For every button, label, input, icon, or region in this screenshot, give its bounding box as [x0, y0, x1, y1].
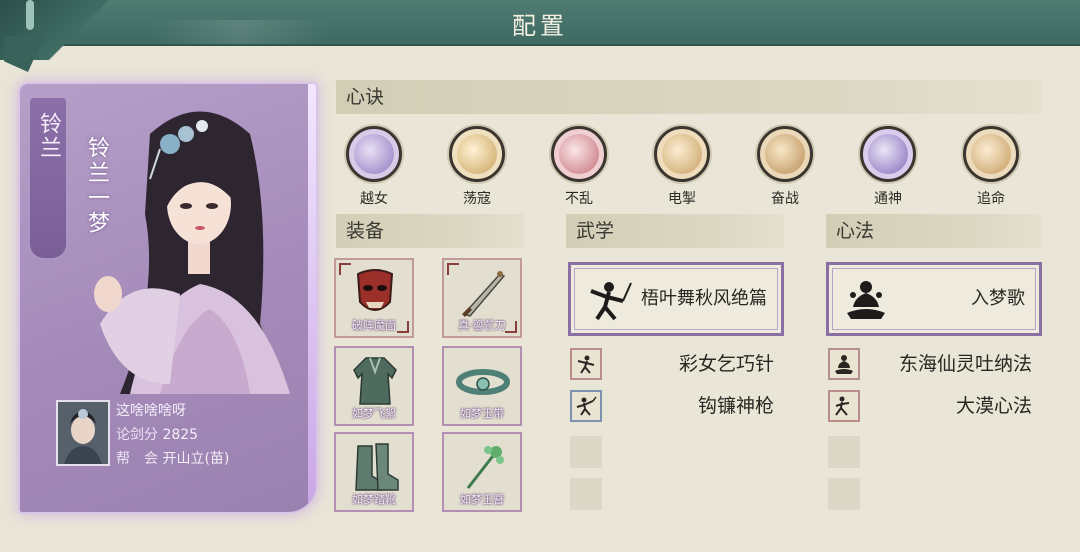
page-title: 配置	[512, 12, 568, 40]
skill-label: 追命	[977, 191, 1005, 207]
character-card[interactable]: 铃兰 铃兰一梦 这啥啥啥呀 论剑分 2825 帮 会 开山立(苗)	[18, 82, 318, 514]
name-tab: 铃兰	[30, 98, 66, 258]
xinjue-skill-6[interactable]: 通神	[855, 126, 921, 208]
needle-stance-icon	[577, 355, 595, 374]
xinfa-item-label: 东海仙灵吐纳法	[898, 353, 1032, 375]
equip-label: 真·鎏芒刀	[458, 319, 506, 332]
spear-stance-icon	[576, 396, 597, 416]
wuxue-item-label: 彩女乞巧针	[678, 353, 774, 375]
equip-slot-feet[interactable]: 如梦踏靴	[334, 432, 414, 512]
skill-label: 通神	[874, 191, 902, 207]
xinfa-item-1[interactable]: 东海仙灵吐纳法	[828, 348, 1032, 380]
wuxue-main-slot[interactable]: 梧叶舞秋风绝篇	[568, 262, 784, 336]
xinjue-skill-7[interactable]: 追命	[958, 126, 1024, 208]
equip-label: 如梦玉簪	[460, 493, 504, 506]
equip-label: 破阵魔面	[352, 319, 396, 332]
wuxue-empty-slot[interactable]	[570, 436, 602, 468]
equip-slot-head[interactable]: 破阵魔面	[334, 258, 414, 338]
skill-label: 电掣	[668, 191, 696, 207]
character-full-name: 铃兰一梦	[84, 136, 109, 236]
section-header-equipment: 装备	[336, 214, 524, 248]
equip-label: 如梦玉带	[460, 407, 504, 420]
wuxue-empty-slot[interactable]	[570, 478, 602, 510]
equip-slot-belt[interactable]: 如梦玉带	[442, 346, 522, 426]
wuxue-item-1[interactable]: 彩女乞巧针	[570, 348, 774, 380]
short-name: 铃兰	[36, 112, 61, 160]
player-name: 这啥啥啥呀	[116, 403, 186, 419]
jade-belt-icon	[456, 369, 510, 395]
demon-mask-icon	[356, 269, 394, 311]
lotus-sitting-icon	[835, 355, 853, 374]
xinfa-main-slot[interactable]: 入梦歌	[826, 262, 1042, 336]
robe-icon	[353, 357, 397, 405]
guild-value: 开山立(苗)	[162, 451, 230, 467]
xinjue-skill-5[interactable]: 奋战	[752, 126, 818, 208]
blade-icon	[462, 271, 506, 317]
skill-label: 不乱	[565, 191, 593, 207]
player-avatar[interactable]	[56, 400, 110, 466]
section-header-xinfa: 心法	[826, 214, 1042, 248]
guild-label: 帮 会	[116, 451, 158, 467]
xinjue-skill-3[interactable]: 不乱	[546, 126, 612, 208]
xinfa-item-2[interactable]: 大漠心法	[828, 390, 1032, 422]
equip-slot-body[interactable]: 如梦飞絮	[334, 346, 414, 426]
score-row: 论剑分 2825	[116, 424, 198, 444]
boots-icon	[355, 443, 399, 491]
skill-label: 越女	[360, 191, 388, 207]
score-label: 论剑分	[116, 427, 158, 443]
score-value: 2825	[162, 427, 199, 443]
section-header-xinjue: 心诀	[336, 80, 1042, 114]
equip-label: 如梦飞絮	[352, 407, 396, 420]
wuxue-main-label: 梧叶舞秋风绝篇	[641, 288, 767, 309]
xinjue-skill-2[interactable]: 荡寇	[444, 126, 510, 208]
jade-hairpin-icon	[466, 446, 504, 489]
sword-dance-icon	[590, 282, 632, 321]
equip-label: 如梦踏靴	[352, 493, 396, 506]
xinfa-empty-slot[interactable]	[828, 478, 860, 510]
section-header-wuxue: 武学	[566, 214, 784, 248]
character-portrait	[94, 111, 290, 394]
lotus-meditation-icon	[847, 281, 885, 319]
wuxue-item-label: 钩镰神枪	[697, 395, 774, 417]
guild-row: 帮 会 开山立(苗)	[116, 448, 229, 468]
equip-slot-weapon[interactable]: 真·鎏芒刀	[442, 258, 522, 338]
xinfa-item-label: 大漠心法	[955, 395, 1032, 417]
xinfa-main-label: 入梦歌	[971, 288, 1025, 309]
skill-label: 奋战	[771, 191, 799, 207]
xinjue-skill-1[interactable]: 越女	[341, 126, 407, 208]
top-banner: 配置	[0, 0, 1080, 60]
xinfa-empty-slot[interactable]	[828, 436, 860, 468]
equip-slot-accessory[interactable]: 如梦玉簪	[442, 432, 522, 512]
wuxue-item-2[interactable]: 钩镰神枪	[570, 390, 774, 422]
desert-stance-icon	[835, 396, 850, 416]
skill-label: 荡寇	[463, 191, 491, 207]
xinjue-skill-4[interactable]: 电掣	[649, 126, 715, 208]
